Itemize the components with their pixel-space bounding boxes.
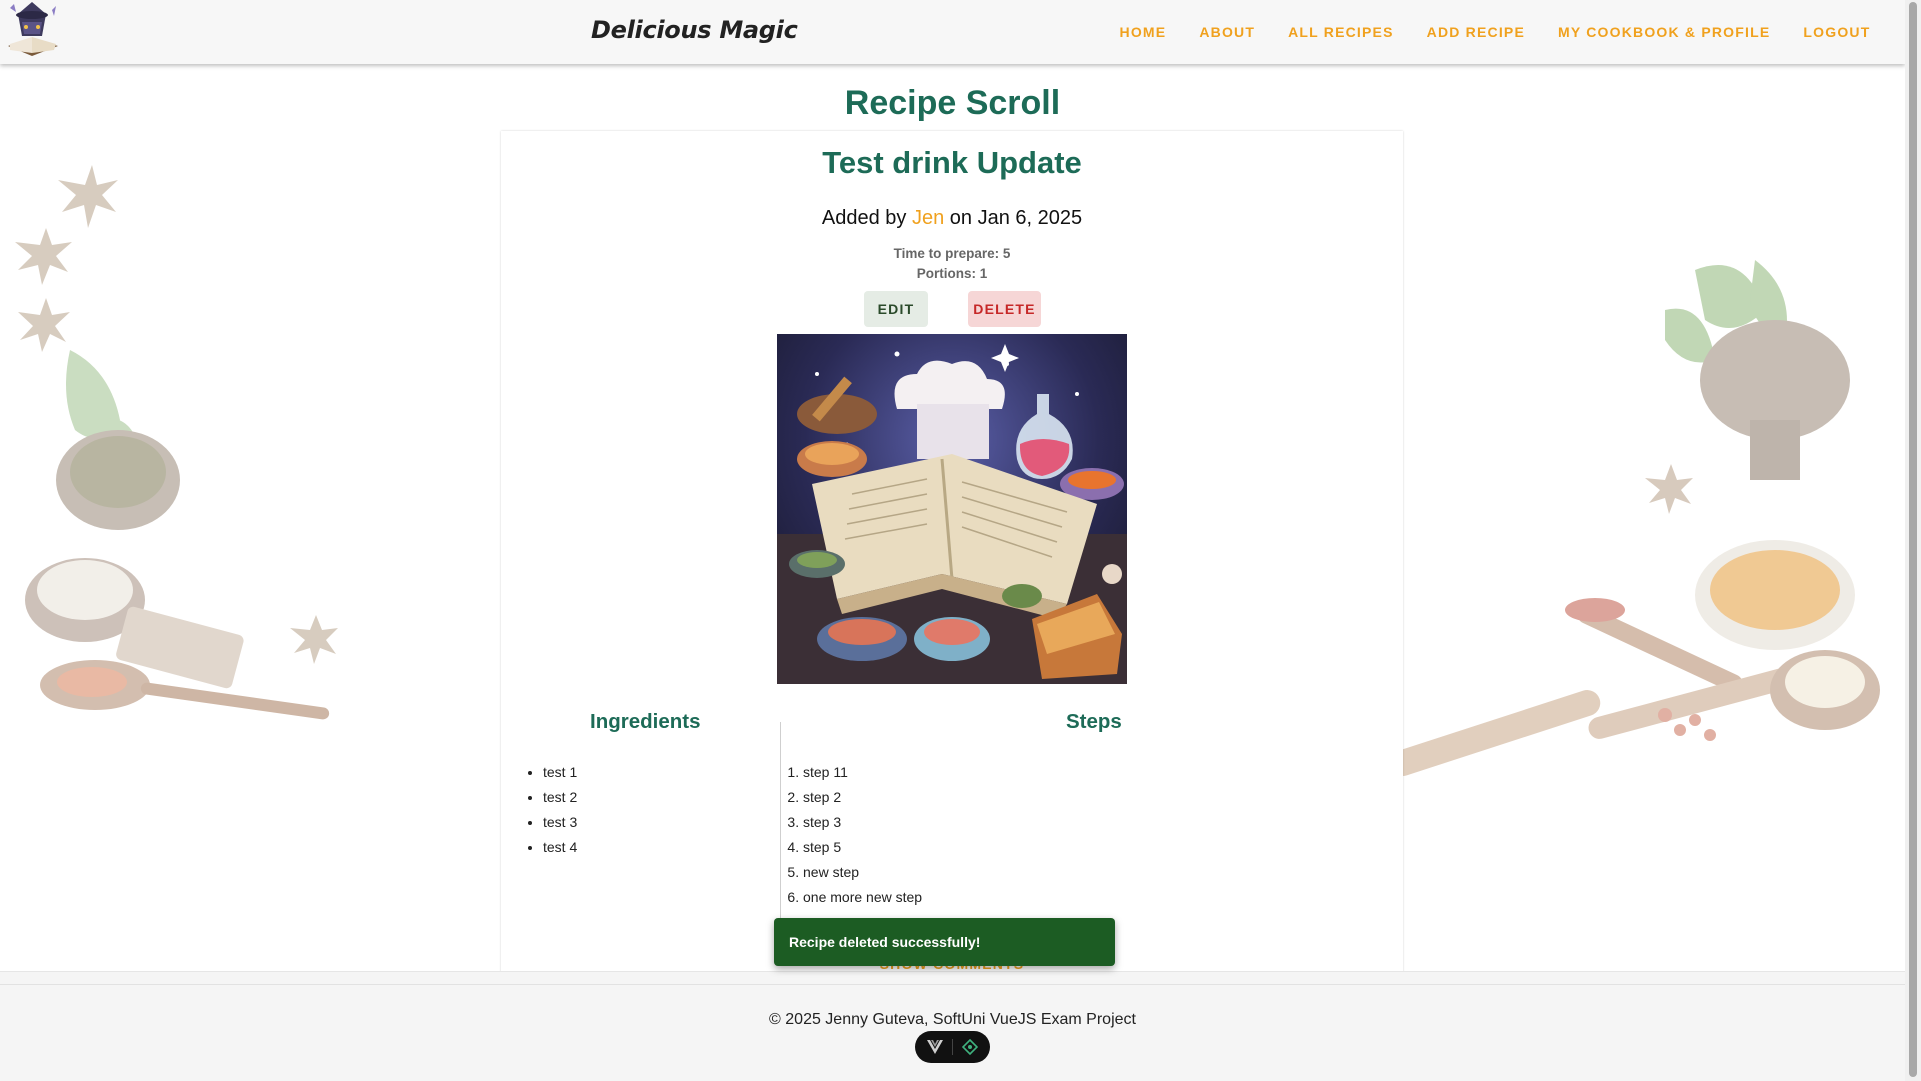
ingredients-list: test 1 test 2 test 3 test 4: [543, 760, 577, 860]
steps-heading: Steps: [1066, 710, 1122, 733]
column-divider: [780, 722, 781, 922]
step-item: new step: [803, 860, 922, 885]
vue-devtools-toggle[interactable]: [915, 1031, 990, 1063]
nav-logout[interactable]: LOGOUT: [1787, 24, 1887, 40]
recipe-title: Test drink Update: [822, 145, 1082, 180]
step-item: one more new step: [803, 885, 922, 910]
added-by-label: Added by: [821, 207, 907, 229]
portions: Portions: 1: [916, 266, 988, 281]
ingredient-item: test 1: [543, 760, 577, 785]
nav-add-recipe[interactable]: ADD RECIPE: [1410, 24, 1541, 40]
success-snackbar: Recipe deleted successfully!: [774, 918, 1115, 966]
recipe-card: Test drink Update Added by Jen on Jan 6,…: [501, 131, 1403, 981]
footer: © 2025 Jenny Guteva, SoftUni VueJS Exam …: [0, 971, 1905, 1081]
spices-decoration-right: [1389, 260, 1880, 776]
recipe-attribution: Added by Jen on Jan 6, 2025: [501, 207, 1403, 230]
footer-divider: [0, 984, 1905, 985]
scrollbar-thumb[interactable]: [1909, 2, 1917, 1077]
page-title: Recipe Scroll: [844, 84, 1061, 122]
ingredients-heading: Ingredients: [590, 710, 701, 733]
vue-icon: [927, 1040, 944, 1054]
devtools-separator: [951, 1039, 953, 1055]
wizard-book-logo[interactable]: [2, 0, 62, 62]
prep-time: Time to prepare: 5: [893, 246, 1011, 261]
ingredient-item: test 4: [543, 835, 577, 860]
viewport: Delicious Magic HOME ABOUT ALL RECIPES A…: [0, 0, 1905, 1081]
step-item: step 11: [803, 760, 922, 785]
author-link[interactable]: Jen: [912, 207, 944, 229]
vertical-scrollbar[interactable]: [1905, 0, 1921, 1081]
main-nav: HOME ABOUT ALL RECIPES ADD RECIPE MY COO…: [1103, 0, 1887, 64]
recipe-image: [777, 334, 1127, 684]
app-bar: Delicious Magic HOME ABOUT ALL RECIPES A…: [0, 0, 1905, 64]
nav-all-recipes[interactable]: ALL RECIPES: [1272, 24, 1411, 40]
spices-decoration-left: [15, 165, 338, 720]
step-item: step 2: [803, 785, 922, 810]
nav-my-cookbook-profile[interactable]: MY COOKBOOK & PROFILE: [1542, 24, 1787, 40]
edit-button[interactable]: EDIT: [864, 291, 928, 327]
nav-home[interactable]: HOME: [1103, 24, 1183, 40]
ingredient-item: test 2: [543, 785, 577, 810]
recipe-date: on Jan 6, 2025: [949, 207, 1083, 229]
brand-title[interactable]: Delicious Magic: [591, 16, 798, 44]
steps-list: step 11 step 2 step 3 step 5 new step on…: [803, 760, 922, 910]
copyright-text: © 2025 Jenny Guteva, SoftUni VueJS Exam …: [769, 1011, 1136, 1028]
delete-button[interactable]: DELETE: [968, 291, 1041, 327]
nav-about[interactable]: ABOUT: [1183, 24, 1272, 40]
component-inspector-icon: [961, 1039, 978, 1055]
ingredient-item: test 3: [543, 810, 577, 835]
step-item: step 3: [803, 810, 922, 835]
step-item: step 5: [803, 835, 922, 860]
